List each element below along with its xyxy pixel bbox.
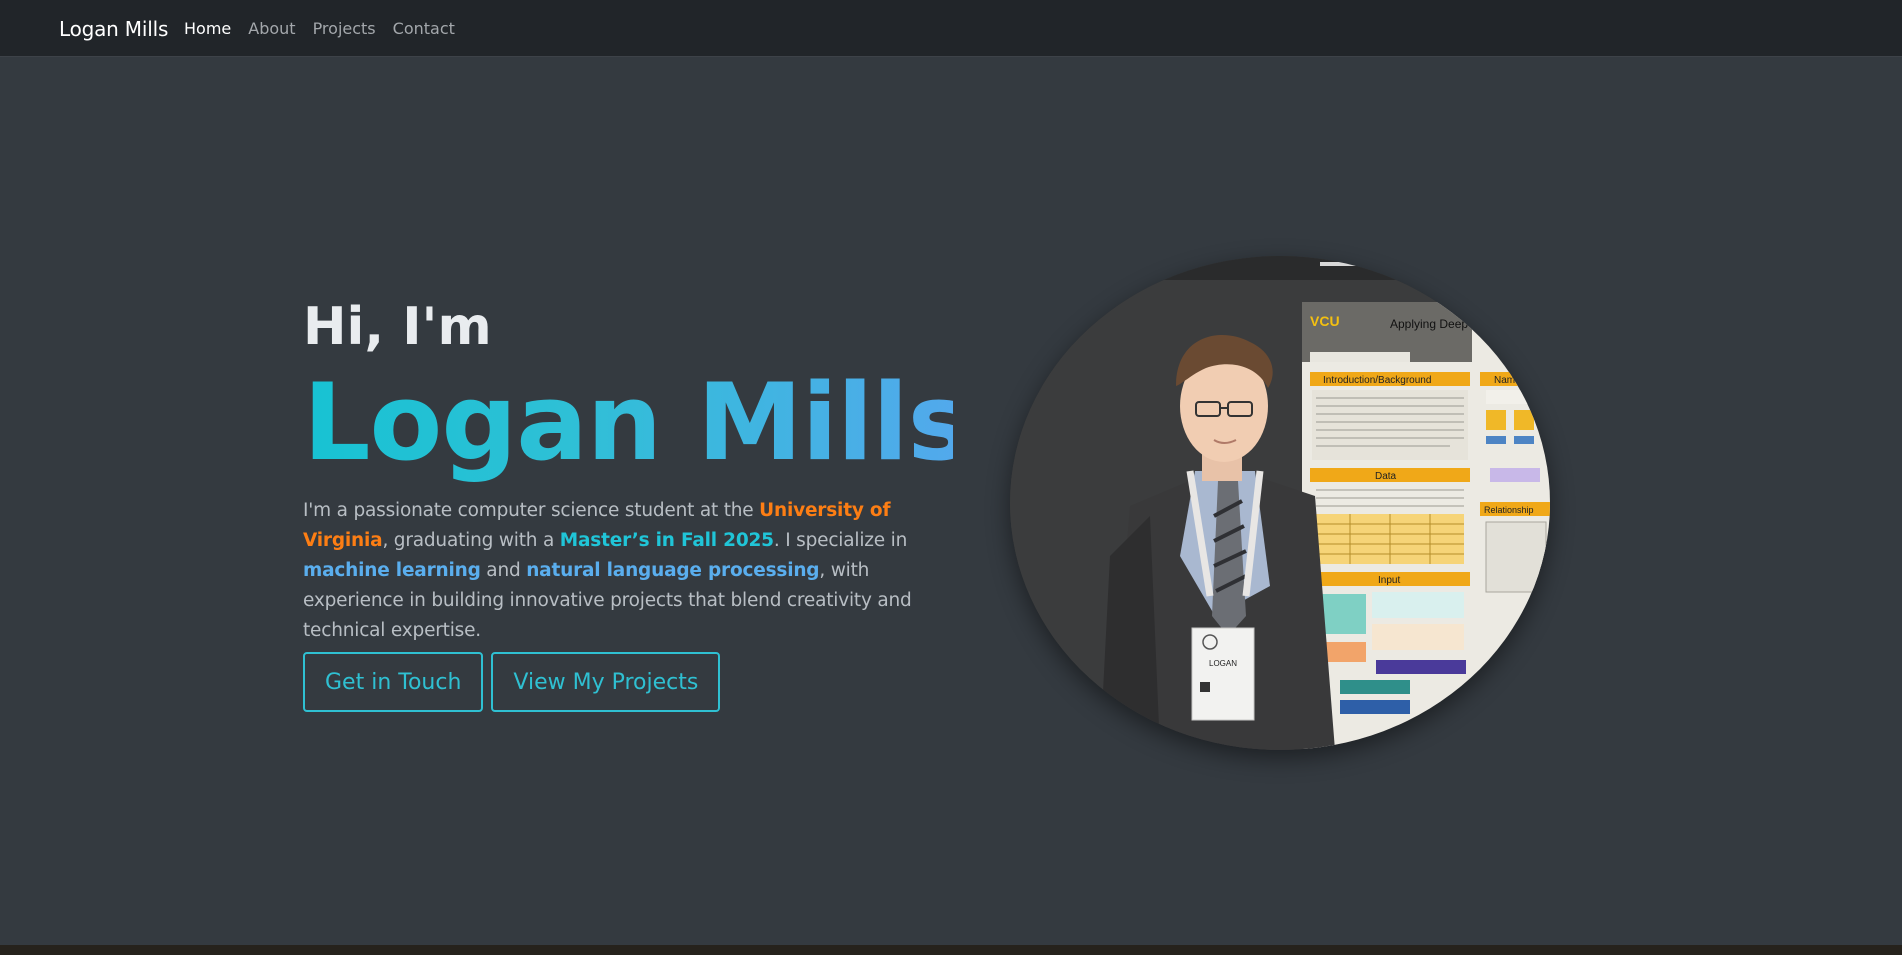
poster-section-name: Name [1494,375,1521,386]
bottom-edge-strip [0,945,1902,955]
nav-links: Home About Projects Contact [184,19,472,38]
nav-projects[interactable]: Projects [313,19,376,38]
poster-title: Applying Deep [1390,317,1468,331]
hero-section: Hi, I'm Logan Mills I'm a passionate com… [303,296,971,665]
top-navbar: Logan Mills Home About Projects Contact [0,0,1902,57]
brand-link[interactable]: Logan Mills [59,17,168,41]
bio-text-3: . I specialize in [773,530,908,551]
hero-bio: I'm a passionate computer science studen… [303,496,953,646]
hero-name: Logan Mills [303,361,971,484]
bio-text-2: , graduating with a [382,530,560,551]
view-projects-button[interactable]: View My Projects [491,652,721,712]
bio-skill-ml: machine learning [303,560,481,581]
get-in-touch-button[interactable]: Get in Touch [303,652,484,712]
bio-text-4: and [480,560,527,581]
nav-about[interactable]: About [248,19,295,38]
hero-buttons: Get in Touch View My Projects [303,652,728,712]
bio-degree: Master’s in Fall 2025 [559,530,774,551]
bio-skill-nlp: natural language processing [526,560,820,581]
poster-section-intro: Introduction/Background [1323,375,1431,386]
hero-greeting: Hi, I'm [303,297,492,357]
profile-photo: VCU Applying Deep Introduction/Backgroun… [1010,256,1550,750]
nav-contact[interactable]: Contact [393,19,455,38]
research-poster: VCU Applying Deep Introduction/Backgroun… [1302,302,1550,750]
nav-home[interactable]: Home [184,19,231,38]
poster-logo: VCU [1310,313,1340,329]
poster-section-relationship: Relationship [1484,505,1534,515]
bio-text-1: I'm a passionate computer science studen… [303,500,760,521]
badge-name: LOGAN [1209,659,1237,668]
poster-section-data: Data [1375,471,1397,482]
poster-section-input: Input [1378,575,1400,586]
